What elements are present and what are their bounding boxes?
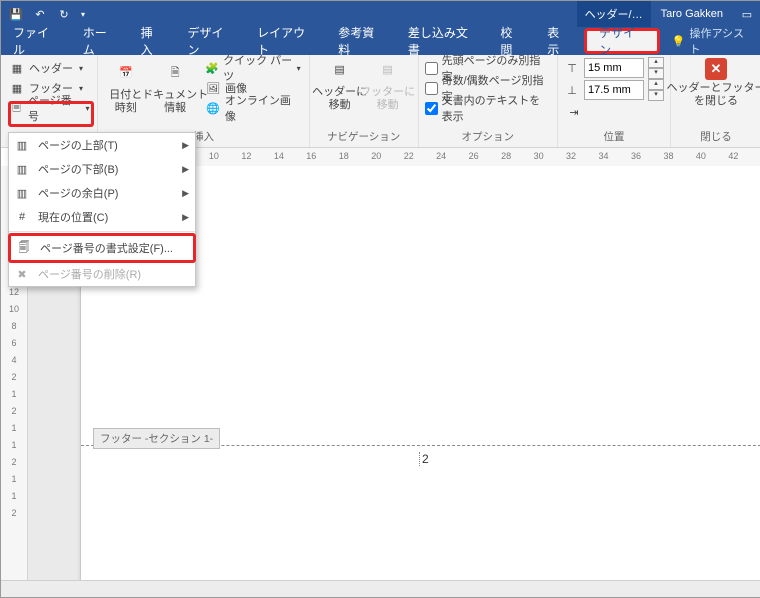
menu-page-top[interactable]: ▥ページの上部(T)▶ — [9, 133, 195, 157]
menu-remove-page-numbers[interactable]: ✖ページ番号の削除(R) — [9, 262, 195, 286]
close-icon: ✕ — [705, 58, 727, 80]
image-icon: 🖼 — [205, 80, 221, 96]
header-icon: ▦ — [9, 60, 25, 76]
footer-page-number[interactable]: 2 — [419, 452, 431, 466]
current-pos-icon: # — [13, 208, 31, 226]
redo-icon: ↻ — [59, 8, 68, 21]
header-button[interactable]: ▦ヘッダー▾ — [7, 58, 91, 78]
quickparts-icon: 🧩 — [205, 60, 219, 76]
user-name[interactable]: Taro Gakken — [651, 1, 733, 27]
tab-layout[interactable]: レイアウト — [245, 27, 326, 55]
goto-footer-icon: ▤ — [375, 58, 401, 84]
save-button[interactable]: 💾 — [5, 2, 27, 26]
chevron-right-icon: ▶ — [182, 212, 189, 223]
page-number-menu: ▥ページの上部(T)▶ ▥ページの下部(B)▶ ▥ページの余白(P)▶ #現在の… — [8, 132, 196, 287]
chevron-down-icon: ▾ — [81, 10, 85, 19]
chevron-right-icon: ▶ — [182, 188, 189, 199]
undo-button[interactable]: ↶ — [29, 2, 51, 26]
page-bottom-icon: ▥ — [13, 160, 31, 178]
footer-section-tab: フッター -セクション 1- — [93, 428, 220, 449]
spin-down[interactable]: ▾ — [648, 68, 664, 79]
qat-customize[interactable]: ▾ — [77, 2, 89, 26]
chevron-right-icon: ▶ — [182, 164, 189, 175]
lightbulb-icon: 💡 — [672, 35, 686, 48]
group-label: オプション — [425, 127, 551, 147]
chevron-down-icon: ▾ — [79, 64, 83, 73]
tab-home[interactable]: ホーム — [71, 27, 129, 55]
format-icon: 🗐 — [15, 239, 33, 257]
page-top-icon: ▥ — [13, 136, 31, 154]
menu-page-bottom[interactable]: ▥ページの下部(B)▶ — [9, 157, 195, 181]
remove-icon: ✖ — [13, 265, 31, 283]
margin-bottom-icon: ⊥ — [564, 82, 580, 98]
page-margin-icon: ▥ — [13, 184, 31, 202]
tab-references[interactable]: 参考資料 — [326, 27, 396, 55]
quick-parts-button[interactable]: 🧩クイック パーツ▾ — [203, 58, 302, 78]
footer-region[interactable]: フッター -セクション 1- 2 — [81, 445, 760, 446]
tab-hf-design[interactable]: デザイン — [584, 28, 660, 54]
group-label: 閉じる — [677, 127, 755, 147]
header-from-top-input[interactable]: ⊤ ▴▾ — [564, 58, 664, 78]
tell-me[interactable]: 💡 操作アシスト — [662, 27, 760, 55]
online-image-icon: 🌐 — [205, 100, 221, 116]
date-time-button[interactable]: 📅日付と 時刻 — [104, 58, 147, 118]
tab-mailings[interactable]: 差し込み文書 — [396, 27, 489, 55]
menu-page-margin[interactable]: ▥ページの余白(P)▶ — [9, 181, 195, 205]
goto-header-button[interactable]: ▤ヘッダーに 移動 — [316, 58, 364, 112]
docinfo-icon: 🗎 — [162, 61, 188, 87]
tab-view[interactable]: 表示 — [535, 27, 582, 55]
group-options: 先頭ページのみ別指定 奇数/偶数ページ別指定 文書内のテキストを表示 オプション — [419, 55, 558, 147]
menu-current-position[interactable]: #現在の位置(C)▶ — [9, 205, 195, 229]
footer-icon: ▦ — [9, 80, 25, 96]
menu-format-page-numbers[interactable]: 🗐ページ番号の書式設定(F)... — [8, 233, 196, 263]
ribbon-tabs: ファイル ホーム 挿入 デザイン レイアウト 参考資料 差し込み文書 校閲 表示… — [1, 27, 760, 55]
chevron-down-icon: ▾ — [297, 64, 301, 73]
chevron-right-icon: ▶ — [182, 140, 189, 151]
spin-down[interactable]: ▾ — [648, 90, 664, 101]
save-icon: 💾 — [9, 8, 23, 21]
group-label: 位置 — [564, 127, 664, 147]
tell-me-label: 操作アシスト — [690, 25, 752, 57]
redo-button[interactable]: ↻ — [53, 2, 75, 26]
word-window: 💾 ↶ ↻ ▾ ヘッダー/… Taro Gakken ▭ ファイル ホーム 挿入… — [0, 0, 760, 598]
tab-insert[interactable]: 挿入 — [129, 27, 176, 55]
ribbon-display-icon: ▭ — [742, 8, 752, 21]
doc-info-button[interactable]: 🗎ドキュメント 情報 — [151, 58, 199, 118]
group-close: ✕ ヘッダーとフッター を閉じる 閉じる — [671, 55, 760, 147]
online-pictures-button[interactable]: 🌐オンライン画像 — [203, 98, 302, 118]
close-header-footer-button[interactable]: ✕ ヘッダーとフッター を閉じる — [677, 58, 755, 108]
group-label: ナビゲーション — [316, 127, 412, 147]
menu-separator — [9, 231, 195, 232]
footer-from-bottom-input[interactable]: ⊥ ▴▾ — [564, 80, 664, 100]
tab-file[interactable]: ファイル — [1, 27, 71, 55]
show-document-text-checkbox[interactable]: 文書内のテキストを表示 — [425, 98, 551, 118]
group-position: ⊤▴▾ ⊥▴▾ ⇥ 位置 — [558, 55, 671, 147]
tab-icon: ⇥ — [566, 104, 582, 120]
margin-top-icon: ⊤ — [564, 60, 580, 76]
chevron-down-icon: ▾ — [85, 104, 89, 113]
goto-header-icon: ▤ — [327, 58, 353, 84]
ribbon-display-button[interactable]: ▭ — [733, 1, 760, 27]
chevron-down-icon: ▾ — [79, 84, 83, 93]
status-bar — [1, 580, 760, 597]
page-number-icon: 🗏 — [9, 100, 24, 116]
tab-review[interactable]: 校閲 — [488, 27, 535, 55]
calendar-icon: 📅 — [113, 61, 139, 87]
group-navigation: ▤ヘッダーに 移動 ▤フッターに 移動 ナビゲーション — [310, 55, 419, 147]
tab-design[interactable]: デザイン — [175, 27, 245, 55]
goto-footer-button[interactable]: ▤フッターに 移動 — [364, 58, 412, 112]
page-number-button[interactable]: 🗏ページ番号▾ — [7, 98, 91, 118]
undo-icon: ↶ — [35, 8, 44, 21]
spin-up[interactable]: ▴ — [648, 57, 664, 68]
spin-up[interactable]: ▴ — [648, 79, 664, 90]
insert-alignment-tab-button[interactable]: ⇥ — [564, 102, 664, 122]
